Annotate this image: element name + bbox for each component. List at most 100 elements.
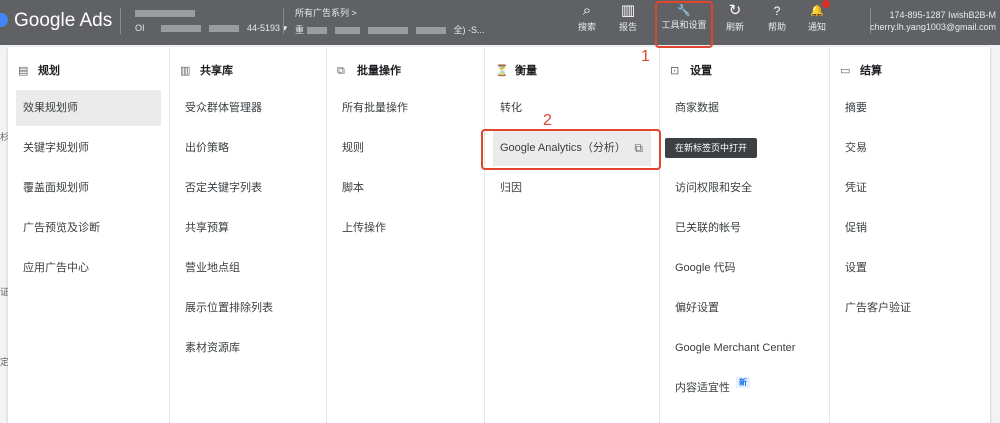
menu-item[interactable]: 脚本 [335,170,476,206]
library-icon: ▥ [180,65,191,77]
menu-item-label: Google Merchant Center [675,342,796,354]
notification-badge [822,0,830,8]
reports-button[interactable]: ▥ 报告 [608,2,648,33]
menu-item[interactable]: 促销 [838,210,982,246]
column-header-planning: ▤ 规划 [18,62,60,78]
notifications-button[interactable]: 🔔 通知 [797,2,837,33]
help-button[interactable]: ? 帮助 [757,2,797,33]
column-title: 批量操作 [357,65,401,77]
column-title: 规划 [38,65,60,77]
menu-item-label: 营业地点组 [185,262,240,274]
menu-item-label: 设置 [845,262,867,274]
menu-column-planning: ▤ 规划效果规划师关键字规划师覆盖面规划师 广告预览及诊断 应用广告中心 [8,47,170,423]
refresh-button[interactable]: ↻ 刷新 [715,2,755,33]
menu-item-label: 内容适宜性 [675,382,730,394]
refresh-label: 刷新 [725,22,744,32]
menu-item[interactable]: 凭证 [838,170,982,206]
refresh-icon: ↻ [728,2,742,19]
user-email: cherry.lh.yang1003@gmail.com [869,22,996,32]
menu-item-label: 促销 [845,222,867,234]
menu-item[interactable]: 归因 [493,170,651,206]
reports-label: 报告 [618,22,637,32]
reports-icon: ▥ [620,2,636,19]
customer-id: 174-895-1287 IwishB2B-M [889,10,996,20]
menu-item-label: 已关联的帐号 [675,222,741,234]
menu-item[interactable]: 交易 [838,130,982,166]
menu-column-shared-library: ▥ 共享库 受众群体管理器 出价策略 否定关键字列表 共享预算 营业地点组 展示位置排除列表素… [170,47,327,423]
menu-item[interactable]: 广告客户验证 [838,290,982,326]
menu-item[interactable]: 关键字规划师 [16,130,161,166]
campaign-breadcrumb[interactable]: 所有广告系列 > [295,6,485,19]
search-icon: ⌕ [582,2,592,19]
menu-item-label: 商家数据 [675,102,719,114]
bell-icon: 🔔 [810,5,824,17]
column-title: 结算 [860,65,882,77]
account-user-info[interactable]: 174-895-1287 IwishB2B-M cherry.lh.yang100… [870,9,996,33]
menu-item[interactable]: 已关联的帐号 [668,210,821,246]
menu-item[interactable]: 广告预览及诊断 [16,210,161,246]
menu-column-setup: ⊡ 设置 商家数据 访问权限和安全 已关联的帐号 Google 代码 偏好设置 Google … [660,47,830,423]
menu-item[interactable]: 营业地点组 [178,250,318,286]
menu-column-bulk-actions: ⧉ 批量操作所有批量操作 规则脚本上传操作 [327,47,485,423]
copy-icon: ⧉ [337,65,345,77]
menu-item[interactable]: 设置 [838,250,982,286]
menu-item-label: 规则 [342,142,364,154]
help-icon: ? [773,4,781,18]
campaign-selector[interactable]: 所有广告系列 > 重 全) -S... [295,6,485,36]
menu-item[interactable]: 展示位置排除列表 [178,290,318,326]
menu-item-label: 否定关键字列表 [185,182,262,194]
menu-item[interactable]: Google 代码 [668,250,821,286]
campaign-name-suffix: 全) -S... [453,25,485,35]
menu-item-label: 出价策略 [185,142,229,154]
menu-item-label: 应用广告中心 [23,262,89,274]
account-selector[interactable]: OI 44-5193 ▾ [135,8,287,34]
menu-item[interactable]: 否定关键字列表 [178,170,318,206]
account-id: 44-5193 [247,23,281,33]
search-button[interactable]: ⌕ 搜索 [567,2,607,33]
menu-item[interactable]: 转化 [493,90,651,126]
menu-item[interactable]: 共享预算 [178,210,318,246]
google-ads-logo[interactable]: Google Ads [0,10,112,32]
hourglass-icon: ⏳ [495,65,509,77]
menu-item-label: 偏好设置 [675,302,719,314]
menu-item-label: 覆盖面规划师 [23,182,89,194]
search-label: 搜索 [577,22,596,32]
menu-item[interactable]: 出价策略 [178,130,318,166]
menu-column-billing: ▭ 结算 摘要 交易 凭证 促销 设置 广告客户验证 [830,47,990,423]
menu-item-label: 展示位置排除列表 [185,302,273,314]
menu-item-label: 受众群体管理器 [185,102,262,114]
column-header-bulk-actions: ⧉ 批量操作 [337,62,401,78]
menu-item[interactable]: 素材资源库 [178,330,318,366]
menu-item-label: 交易 [845,142,867,154]
notifications-label: 通知 [807,22,826,32]
menu-item-label: 访问权限和安全 [675,182,752,194]
divider [283,8,284,34]
column-header-measurement: ⏳ 衡量 [495,62,537,78]
menu-item-label: 所有批量操作 [342,102,408,114]
menu-item-label: 转化 [500,102,522,114]
menu-item[interactable]: 访问权限和安全 [668,170,821,206]
new-badge: 新 [736,377,750,388]
menu-item[interactable]: 商家数据 [668,90,821,126]
menu-item[interactable]: 规则 [335,130,476,166]
menu-item[interactable]: 偏好设置 [668,290,821,326]
annotation-number-1: 1 [641,48,650,65]
menu-item-label: 共享预算 [185,222,229,234]
menu-item[interactable]: 内容适宜性新 [668,370,821,406]
menu-item-label: 广告预览及诊断 [23,222,100,234]
menu-item[interactable]: 摘要 [838,90,982,126]
logo-text: Google Ads [14,10,113,31]
menu-item-label: 归因 [500,182,522,194]
menu-item[interactable]: Google Merchant Center [668,330,821,366]
annotation-number-2: 2 [543,112,552,129]
menu-item-label: 效果规划师 [23,102,78,114]
menu-item[interactable]: 受众群体管理器 [178,90,318,126]
menu-item[interactable]: 上传操作 [335,210,476,246]
tooltip: 在新标签页中打开 [665,138,757,158]
calendar-icon: ▤ [18,65,29,77]
menu-item[interactable]: 覆盖面规划师 [16,170,161,206]
menu-item[interactable]: 应用广告中心 [16,250,161,286]
menu-item[interactable]: 所有批量操作 [335,90,476,126]
menu-item-label: 素材资源库 [185,342,240,354]
menu-item[interactable]: 效果规划师 [16,90,161,126]
